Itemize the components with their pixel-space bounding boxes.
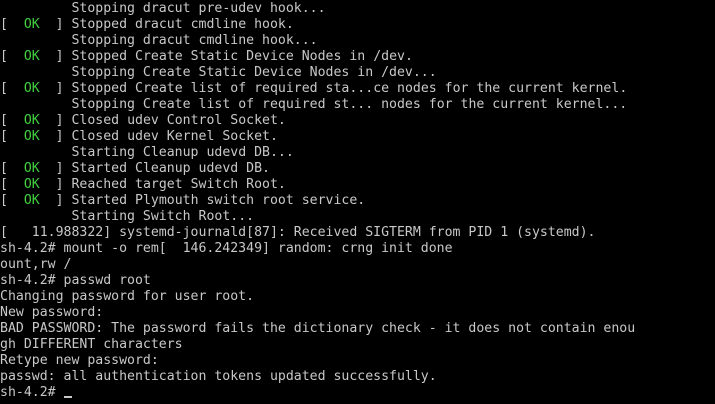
line-text: Started Plymouth switch root service. [63,193,366,208]
status-ok-label: OK [7,177,56,192]
line-text: Stopped Create Static Device Nodes in /d… [63,49,413,64]
line-text: Closed udev Kernel Socket. [63,129,278,144]
line-text: passwd: all authentication tokens update… [0,369,437,384]
console-line: [ 11.988322] systemd-journald[87]: Recei… [0,225,635,241]
status-bracket-open: [ [0,177,8,192]
console-line: Retype new password: [0,353,635,369]
status-ok-label: OK [7,81,56,96]
boot-status-line: [ OK ] Stopped dracut cmdline hook. [0,17,635,33]
status-bracket-close: ] [55,49,64,64]
terminal-console[interactable]: Stopping dracut pre-udev hook...[ OK ] S… [0,0,715,404]
status-ok-label: OK [7,193,56,208]
line-text: Closed udev Control Socket. [63,113,286,128]
status-ok-label: OK [7,17,56,32]
line-text: Stopped dracut cmdline hook. [63,17,294,32]
console-line: passwd: all authentication tokens update… [0,369,635,385]
line-text: Stopping dracut cmdline hook... [71,33,318,48]
line-text: Started Cleanup udevd DB. [63,161,270,176]
status-bracket-open: [ [0,81,8,96]
line-text: BAD PASSWORD: The password fails the dic… [0,321,636,336]
console-line: Stopping dracut cmdline hook... [0,33,635,49]
line-text: Retype new password: [0,353,159,368]
console-line: sh-4.2# passwd root [0,273,635,289]
boot-status-line: [ OK ] Closed udev Control Socket. [0,113,635,129]
status-bracket-close: ] [55,81,64,96]
line-text: sh-4.2# passwd root [0,273,151,288]
status-bracket-close: ] [55,193,64,208]
status-bracket-close: ] [55,161,64,176]
status-ok-label: OK [7,113,56,128]
status-ok-label: OK [7,129,56,144]
line-text: Stopped Create list of required sta...ce… [63,81,628,96]
status-bracket-open: [ [0,49,8,64]
status-bracket-open: [ [0,113,8,128]
console-line: Stopping Create list of required st... n… [0,97,635,113]
line-text: New password: [0,305,104,320]
line-text: Reached target Switch Root. [63,177,286,192]
console-line: Stopping dracut pre-udev hook... [0,1,635,17]
console-line: New password: [0,305,635,321]
console-line: BAD PASSWORD: The password fails the dic… [0,321,635,337]
line-text: Stopping Create Static Device Nodes in /… [71,65,437,80]
status-bracket-open: [ [0,161,8,176]
boot-status-line: [ OK ] Stopped Create Static Device Node… [0,49,635,65]
text-cursor [63,396,72,398]
line-text: Changing password for user root. [0,289,255,304]
line-text: Stopping dracut pre-udev hook... [71,1,326,16]
console-line: Starting Switch Root... [0,209,635,225]
line-text: sh-4.2# [0,385,64,400]
line-text: gh DIFFERENT characters [0,337,183,352]
console-line: Starting Cleanup udevd DB... [0,145,635,161]
boot-status-line: [ OK ] Closed udev Kernel Socket. [0,129,635,145]
boot-status-line: [ OK ] Started Plymouth switch root serv… [0,193,635,209]
console-line: gh DIFFERENT characters [0,337,635,353]
line-text: [ 11.988322] systemd-journald[87]: Recei… [0,225,596,240]
status-ok-label: OK [7,161,56,176]
status-bracket-open: [ [0,193,8,208]
console-line: sh-4.2# mount -o rem[ 146.242349] random… [0,241,635,257]
console-output: Stopping dracut pre-udev hook...[ OK ] S… [0,1,635,401]
status-bracket-close: ] [55,17,64,32]
console-line: ount,rw / [0,257,635,273]
console-line: Stopping Create Static Device Nodes in /… [0,65,635,81]
line-text: sh-4.2# mount -o rem[ 146.242349] random… [0,241,453,256]
status-bracket-open: [ [0,129,8,144]
console-line: Changing password for user root. [0,289,635,305]
shell-prompt-line[interactable]: sh-4.2# [0,385,635,401]
line-text: Starting Cleanup udevd DB... [71,145,294,160]
line-text: ount,rw / [0,257,72,272]
boot-status-line: [ OK ] Started Cleanup udevd DB. [0,161,635,177]
boot-status-line: [ OK ] Stopped Create list of required s… [0,81,635,97]
line-text: Starting Switch Root... [71,209,255,224]
line-text: Stopping Create list of required st... n… [71,97,628,112]
status-bracket-close: ] [55,177,64,192]
status-bracket-close: ] [55,113,64,128]
boot-status-line: [ OK ] Reached target Switch Root. [0,177,635,193]
status-bracket-close: ] [55,129,64,144]
status-bracket-open: [ [0,17,8,32]
status-ok-label: OK [7,49,56,64]
